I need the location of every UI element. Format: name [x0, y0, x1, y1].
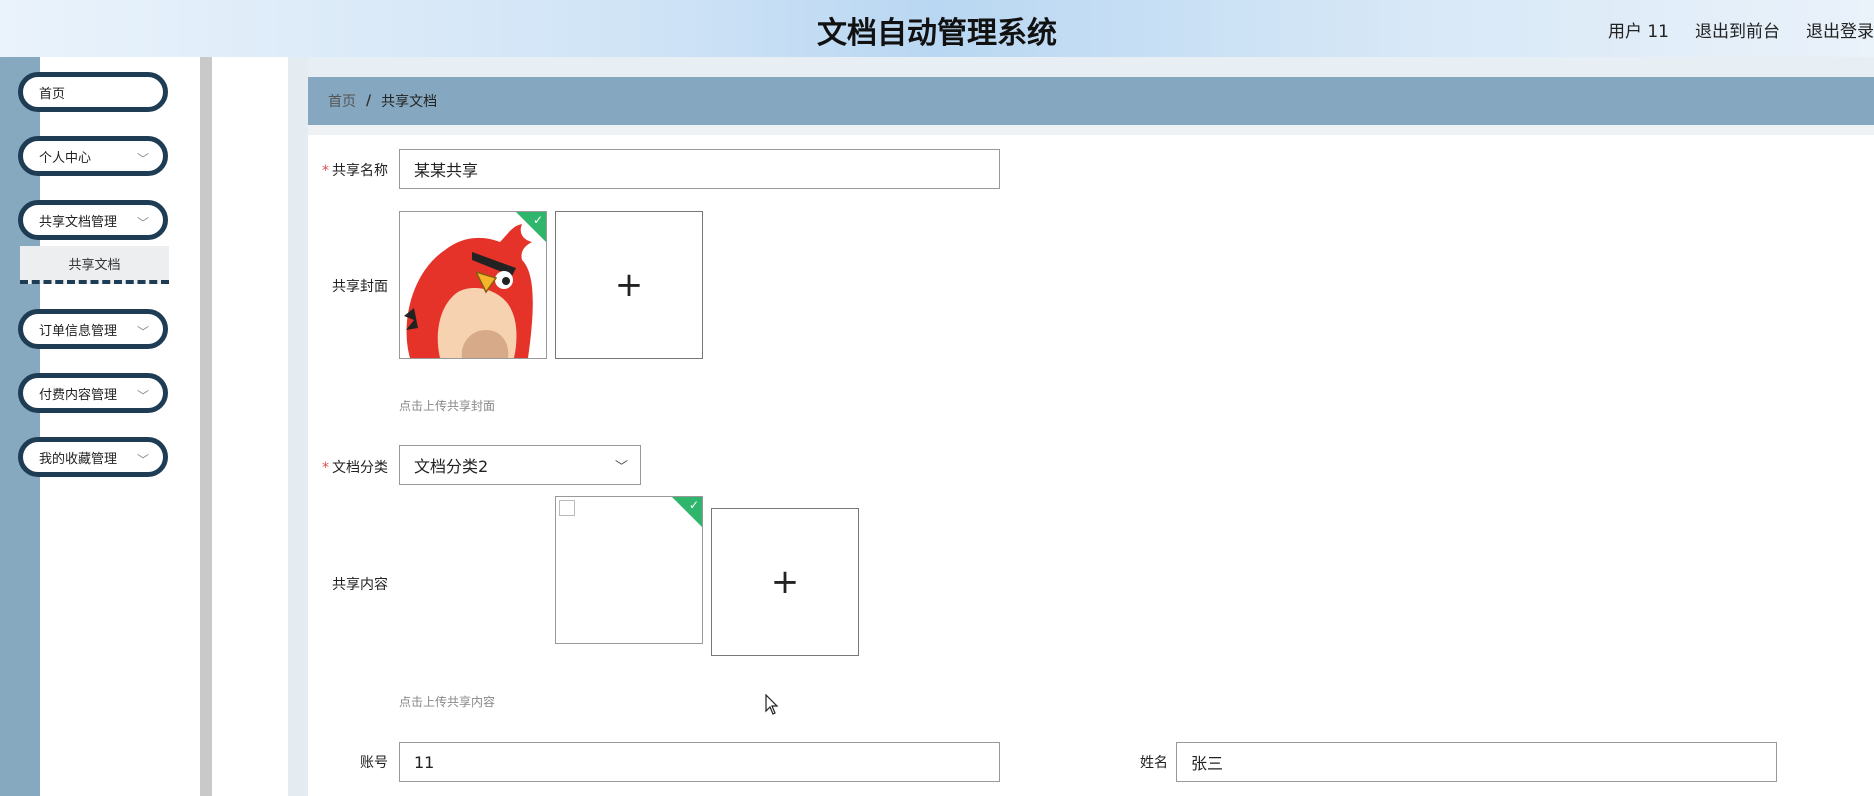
chevron-down-icon: ﹀: [136, 325, 149, 339]
share-name-input[interactable]: 某某共享: [399, 149, 1000, 189]
account-value: 11: [414, 752, 435, 772]
realname-input[interactable]: 张三: [1176, 742, 1777, 782]
content-gutter-shade: [288, 57, 308, 796]
breadcrumb-current: 共享文档: [381, 94, 438, 110]
sidebar-item-favorites[interactable]: 我的收藏管理 ﹀: [18, 437, 168, 477]
required-mark: *: [322, 460, 329, 476]
content-upload-hint: 点击上传共享内容: [399, 695, 496, 709]
realname-label: 姓名: [1088, 752, 1168, 772]
category-value: 文档分类2: [414, 457, 489, 476]
mouse-cursor-icon: [765, 694, 779, 715]
sidebar-item-label: 个人中心: [39, 150, 92, 166]
header-links: 用户 11 退出到前台 退出登录: [1608, 17, 1874, 42]
cover-upload-hint: 点击上传共享封面: [399, 399, 496, 413]
sidebar-item-home[interactable]: 首页: [18, 72, 168, 112]
sidebar-item-label: 我的收藏管理: [39, 451, 118, 467]
category-select[interactable]: 文档分类2 ﹀: [399, 445, 641, 485]
sidebar-item-profile[interactable]: 个人中心 ﹀: [18, 136, 168, 176]
logout-link[interactable]: 退出登录: [1806, 17, 1874, 42]
breadcrumb-shadow: [308, 125, 1874, 135]
content-upload-button[interactable]: +: [711, 508, 859, 656]
account-label-text: 账号: [360, 755, 388, 771]
broken-image-icon: [559, 500, 575, 516]
app-title: 文档自动管理系统: [817, 16, 1057, 51]
required-mark: *: [322, 163, 329, 179]
cover-upload-button[interactable]: +: [555, 211, 703, 359]
category-label-text: 文档分类: [332, 460, 388, 476]
share-cover-label-text: 共享封面: [332, 279, 388, 295]
content-thumbnail[interactable]: ✓: [555, 496, 703, 644]
submenu-shared-doc[interactable]: 共享文档: [20, 246, 169, 284]
main-top-band: [308, 57, 1874, 77]
chevron-down-icon: ﹀: [136, 453, 149, 467]
sidebar-item-label: 首页: [39, 86, 66, 102]
share-content-label-text: 共享内容: [332, 577, 388, 593]
check-icon: ✓: [688, 498, 699, 512]
sidebar-item-shared-docs[interactable]: 共享文档管理 ﹀: [18, 200, 168, 240]
account-label: 账号: [308, 752, 388, 772]
chevron-down-icon: ﹀: [136, 152, 149, 166]
realname-value: 张三: [1191, 754, 1224, 773]
breadcrumb-separator: /: [366, 93, 372, 109]
chevron-down-icon: ﹀: [614, 460, 628, 475]
chevron-up-icon: ﹀: [136, 216, 149, 230]
share-cover-label: 共享封面: [308, 276, 388, 296]
content-gutter: [212, 57, 288, 796]
user-link[interactable]: 用户 11: [1608, 17, 1669, 42]
share-name-label-text: 共享名称: [332, 163, 388, 179]
cover-thumbnail[interactable]: ✓: [399, 211, 547, 359]
sidebar-item-paid-content[interactable]: 付费内容管理 ﹀: [18, 373, 168, 413]
sidebar-item-orders[interactable]: 订单信息管理 ﹀: [18, 309, 168, 349]
plus-icon: +: [770, 562, 800, 602]
account-input[interactable]: 11: [399, 742, 1000, 782]
share-content-label: 共享内容: [308, 574, 388, 594]
plus-icon: +: [614, 265, 644, 305]
sidebar-item-label: 共享文档管理: [39, 214, 118, 230]
check-icon: ✓: [532, 213, 543, 227]
back-to-front-link[interactable]: 退出到前台: [1695, 17, 1780, 42]
sidebar-item-label: 付费内容管理: [39, 387, 118, 403]
submenu-label: 共享文档: [68, 257, 121, 273]
breadcrumb-home[interactable]: 首页: [328, 91, 356, 111]
share-name-label: * 共享名称: [308, 160, 388, 180]
chevron-down-icon: ﹀: [136, 389, 149, 403]
category-label: * 文档分类: [308, 457, 388, 477]
sidebar-item-label: 订单信息管理: [39, 323, 118, 339]
main-content: 首页 / 共享文档 *共享名称 某某共享 共享封面 ✓ + 点击上传共享封面: [308, 57, 1874, 796]
top-header: 文档自动管理系统 用户 11 退出到前台 退出登录: [0, 0, 1874, 57]
sidebar-divider: [200, 57, 212, 796]
share-name-value: 某某共享: [414, 161, 479, 180]
realname-label-text: 姓名: [1140, 755, 1168, 771]
breadcrumb: 首页 / 共享文档: [308, 77, 1874, 125]
